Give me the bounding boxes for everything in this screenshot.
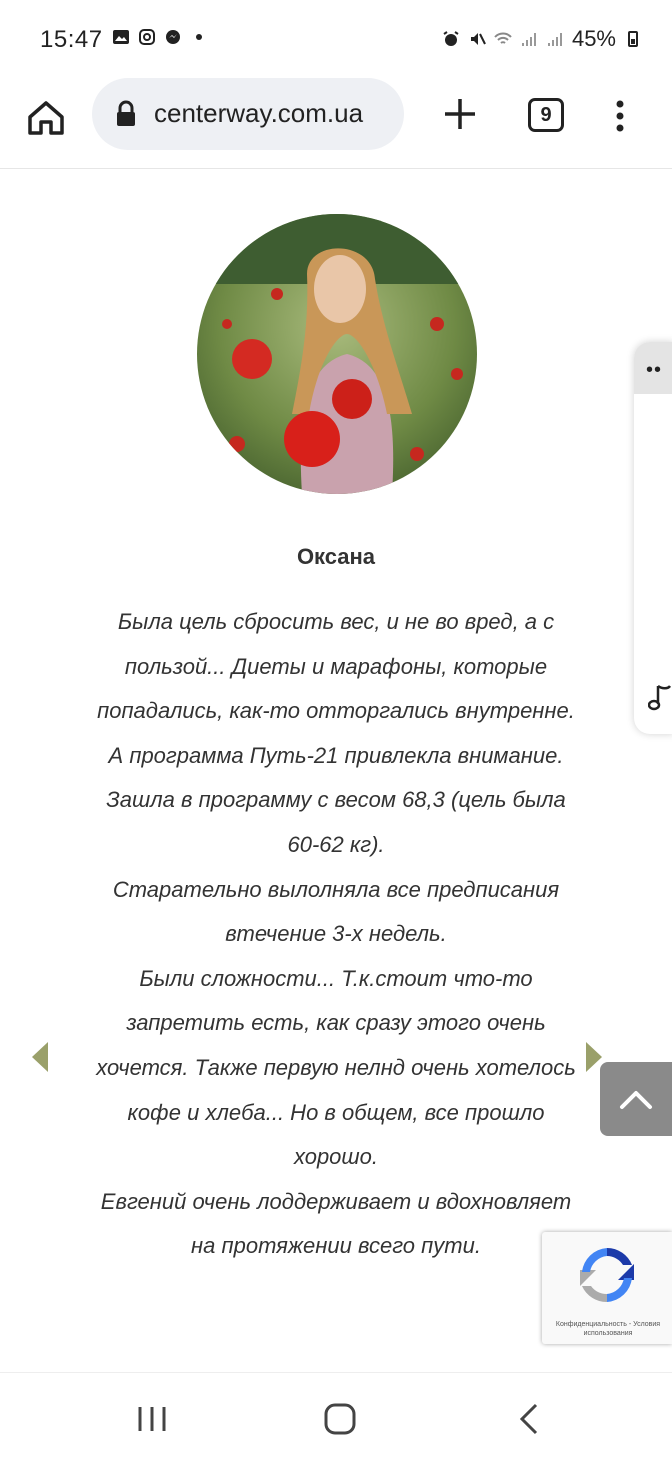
status-icons-right: 45% xyxy=(442,26,642,52)
recaptcha-icon xyxy=(580,1248,634,1303)
signal-icon xyxy=(521,33,536,46)
home-icon[interactable] xyxy=(24,96,68,140)
browser-toolbar: centerway.com.ua 9 xyxy=(0,78,672,169)
alarm-icon xyxy=(443,31,459,46)
recaptcha-badge[interactable]: Конфиденциальность - Условия использован… xyxy=(542,1232,672,1344)
new-tab-icon[interactable] xyxy=(440,94,480,134)
side-widget[interactable]: •• xyxy=(634,342,672,734)
instagram-icon xyxy=(139,29,155,45)
url-text: centerway.com.ua xyxy=(154,98,364,128)
tab-switcher-button[interactable]: 9 xyxy=(528,98,564,132)
lock-icon xyxy=(117,100,135,126)
more-dots-icon[interactable]: •• xyxy=(646,360,662,380)
mute-icon xyxy=(470,33,486,45)
chevron-up-icon xyxy=(620,1091,652,1109)
review-paragraph: Старательно вылолняла все предписания вт… xyxy=(112,876,560,947)
review-paragraph: Евгений очень лоддерживает и вдохновляет… xyxy=(100,1188,572,1259)
signal-icon xyxy=(547,33,562,46)
battery-icon xyxy=(628,31,638,47)
home-nav-icon[interactable] xyxy=(320,1401,360,1437)
back-icon[interactable] xyxy=(510,1401,550,1437)
review-paragraph: Была цель сбросить вес, и не во вред, а … xyxy=(97,609,575,768)
system-nav-bar xyxy=(0,1372,672,1462)
review-paragraph: Зашла в программу с весом 68,3 (цель был… xyxy=(106,787,566,857)
recent-apps-icon[interactable] xyxy=(132,1401,172,1437)
status-bar: 15:47 45% xyxy=(0,0,672,78)
review-text: Была цель сбросить вес, и не во вред, а … xyxy=(96,600,576,1269)
more-menu-icon[interactable] xyxy=(610,96,630,136)
messenger-icon xyxy=(166,30,180,44)
status-time: 15:47 xyxy=(40,26,103,53)
battery-level: 45% xyxy=(571,26,616,51)
gallery-icon xyxy=(113,30,129,44)
wifi-icon xyxy=(494,32,512,44)
previous-arrow-icon[interactable] xyxy=(30,1040,50,1074)
side-widget-header[interactable]: •• xyxy=(634,342,672,394)
reviewer-avatar xyxy=(197,214,477,494)
url-bar[interactable]: centerway.com.ua xyxy=(92,78,404,150)
recaptcha-links[interactable]: Конфиденциальность - Условия использован… xyxy=(546,1320,670,1338)
status-icons-left xyxy=(112,28,208,46)
review-paragraph: Были сложности... Т.к.стоит что-то запре… xyxy=(96,965,576,1170)
scroll-to-top-button[interactable] xyxy=(600,1062,672,1136)
music-note-icon[interactable] xyxy=(648,682,672,712)
reviewer-name: Оксана xyxy=(296,544,376,569)
dot-icon xyxy=(196,34,202,40)
